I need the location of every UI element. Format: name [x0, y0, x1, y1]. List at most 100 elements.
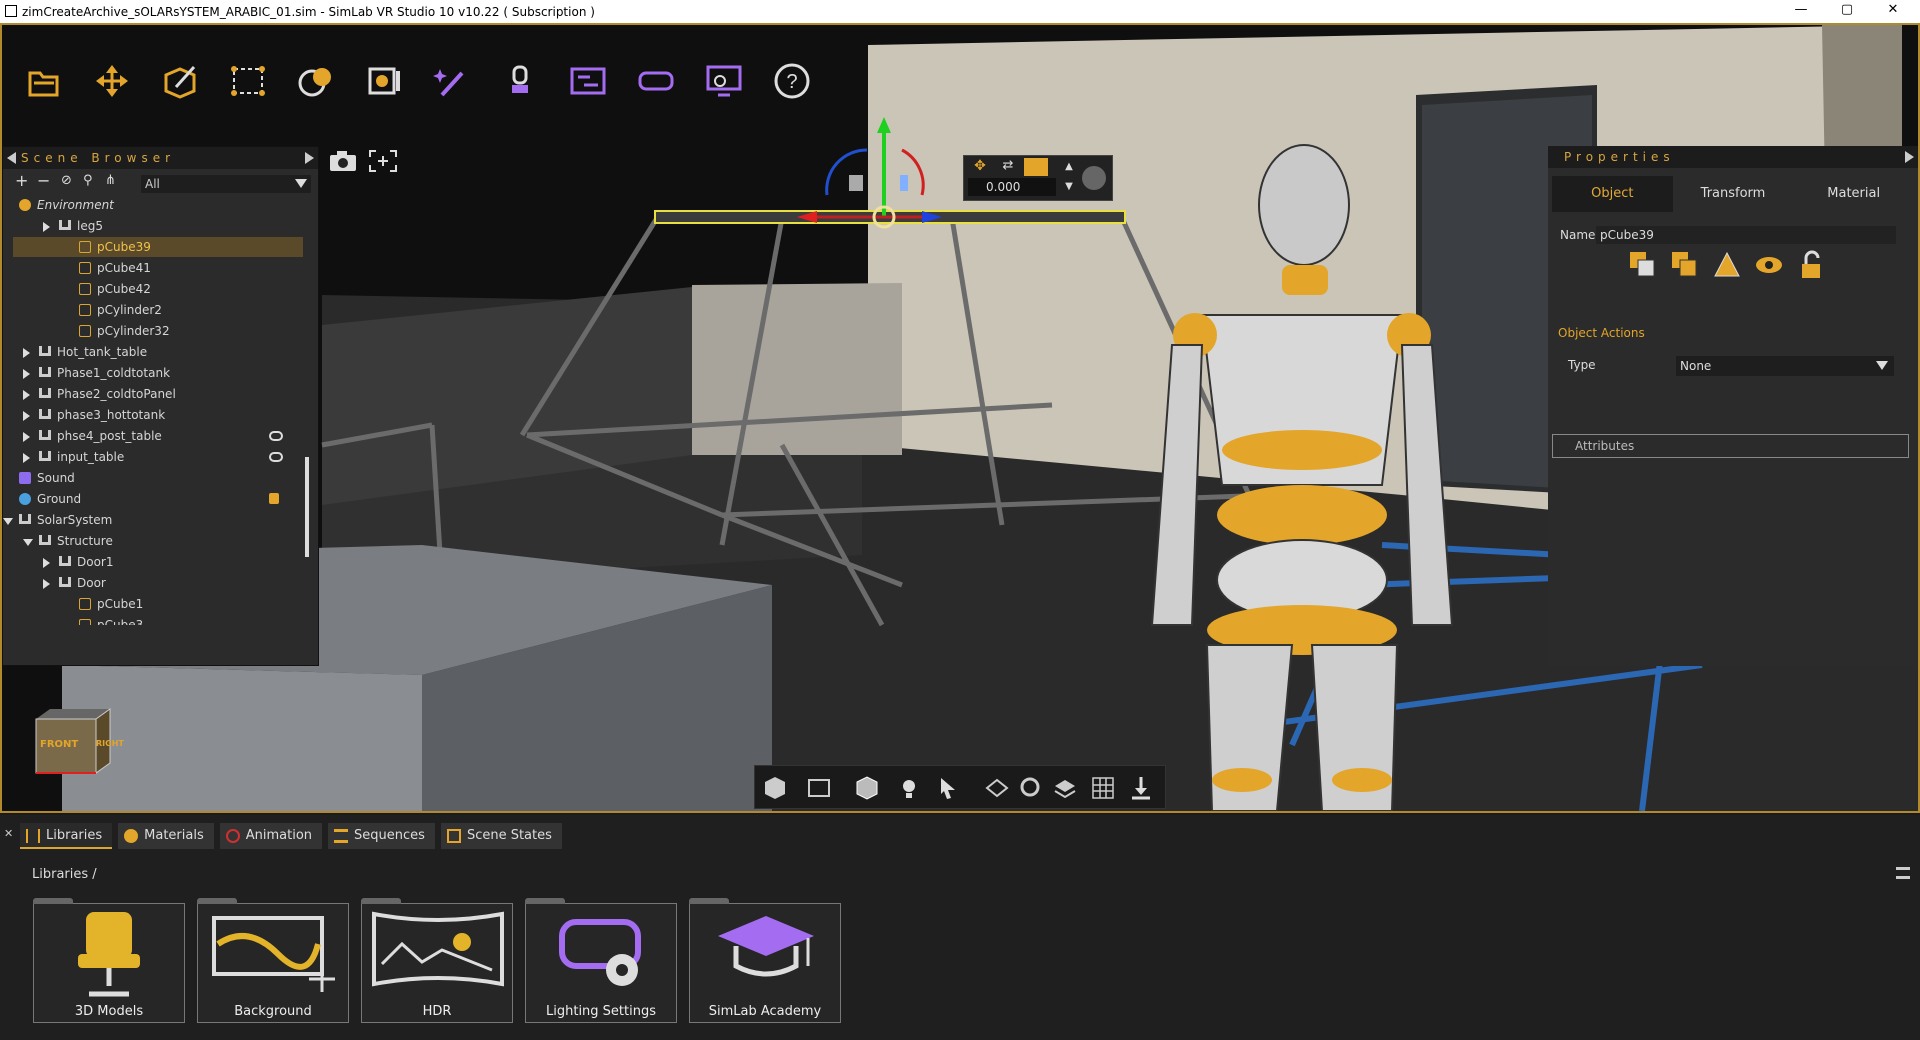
hierarchy-icon[interactable]: ⋔	[105, 173, 116, 189]
expand-arrow-icon[interactable]	[23, 432, 30, 442]
tree-item[interactable]: Door1	[13, 552, 303, 572]
unlock-icon[interactable]	[1796, 250, 1826, 280]
expand-arrow-icon[interactable]	[23, 369, 30, 379]
expand-arrow-icon[interactable]	[23, 348, 30, 358]
gizmo-down-arrow[interactable]: ▼	[1060, 178, 1078, 196]
name-field[interactable]: pCube39	[1596, 226, 1896, 244]
tree-item[interactable]: input_table	[13, 447, 303, 467]
zoom-icon[interactable]	[1017, 774, 1045, 802]
dock-right-icon[interactable]	[305, 152, 314, 164]
search-icon[interactable]: ⚲	[83, 173, 93, 189]
lock-icon[interactable]	[269, 493, 279, 504]
tab-libraries[interactable]: Libraries	[20, 823, 113, 849]
gizmo-target-icon[interactable]	[1082, 166, 1106, 190]
collapse-arrow-icon[interactable]	[3, 518, 13, 525]
close-button[interactable]: ✕	[1870, 0, 1916, 22]
tree-item[interactable]: pCylinder32	[13, 321, 303, 341]
vr-headset-icon[interactable]	[622, 55, 690, 107]
open-file-icon[interactable]	[10, 55, 78, 107]
presentation-icon[interactable]	[690, 55, 758, 107]
duplicate-icon[interactable]	[1628, 250, 1658, 280]
align-icon[interactable]	[1024, 158, 1048, 176]
grid-icon[interactable]	[1089, 774, 1117, 802]
light-bulb-icon[interactable]	[895, 774, 923, 802]
pointer-icon[interactable]	[935, 774, 963, 802]
tree-item[interactable]: phse4_post_table	[13, 426, 303, 446]
attributes-section[interactable]: Attributes	[1552, 434, 1909, 458]
tree-item[interactable]: pCube1	[13, 594, 303, 614]
library-tile-lighting-settings[interactable]: Lighting Settings	[525, 898, 677, 1023]
view-mode-icon[interactable]	[761, 774, 789, 802]
eye-icon[interactable]	[269, 452, 283, 462]
add-icon[interactable]: +	[15, 173, 28, 189]
expand-arrow-icon[interactable]	[23, 453, 30, 463]
tree-item[interactable]: Structure	[13, 531, 303, 551]
tab-sequences[interactable]: Sequences	[328, 823, 435, 849]
select-region-icon[interactable]	[214, 55, 282, 107]
list-view-icon[interactable]	[1896, 867, 1910, 879]
expand-arrow-icon[interactable]	[23, 390, 30, 400]
expand-arrow-icon[interactable]	[43, 558, 50, 568]
move-mode-icon[interactable]: ✥	[968, 158, 992, 176]
minimize-button[interactable]: —	[1778, 0, 1824, 22]
scene-filter-select[interactable]: All	[141, 175, 311, 193]
library-tile-hdr[interactable]: HDR	[361, 898, 513, 1023]
tree-item[interactable]: Environment	[13, 195, 303, 215]
layers-icon[interactable]	[1051, 774, 1079, 802]
scene-scrollbar[interactable]	[305, 457, 309, 557]
collapse-left-icon[interactable]	[7, 152, 16, 164]
tree-item[interactable]: Sound	[13, 468, 303, 488]
breadcrumb[interactable]: Libraries /	[32, 867, 97, 882]
tree-item[interactable]: pCube39	[13, 237, 303, 257]
tree-item[interactable]: Phase2_coldtoPanel	[13, 384, 303, 404]
tree-item[interactable]: pCube3	[13, 615, 303, 625]
vr-controller-icon[interactable]	[486, 55, 554, 107]
gizmo-up-arrow[interactable]: ▲	[1060, 158, 1078, 176]
maximize-button[interactable]: ▢	[1824, 0, 1870, 22]
expand-arrow-icon[interactable]	[43, 579, 50, 589]
instance-icon[interactable]	[1670, 250, 1700, 280]
tab-transform[interactable]: Transform	[1673, 176, 1794, 212]
render-icon[interactable]	[282, 55, 350, 107]
visibility-eye-icon[interactable]	[1754, 250, 1784, 280]
tree-item[interactable]: Door	[13, 573, 303, 593]
link-icon[interactable]: ⊘	[61, 173, 72, 189]
tab-object[interactable]: Object	[1552, 176, 1673, 212]
effects-wand-icon[interactable]	[418, 55, 486, 107]
type-select[interactable]: None	[1676, 356, 1894, 376]
bottom-panel-close-icon[interactable]: ✕	[4, 827, 13, 840]
edit-icon[interactable]	[146, 55, 214, 107]
snap-icon[interactable]: ⇄	[996, 158, 1020, 176]
dock-right-icon[interactable]	[1905, 151, 1914, 163]
tree-item[interactable]: Ground	[13, 489, 303, 509]
gizmo-value-field[interactable]: 0.000	[968, 178, 1056, 196]
eye-icon[interactable]	[269, 431, 283, 441]
library-tile-simlab-academy[interactable]: SimLab Academy	[689, 898, 841, 1023]
tab-scene-states[interactable]: Scene States	[440, 823, 562, 849]
collapse-arrow-icon[interactable]	[23, 539, 33, 546]
expand-arrow-icon[interactable]	[23, 411, 30, 421]
help-icon[interactable]: ?	[758, 55, 826, 107]
tree-item[interactable]: Phase1_coldtotank	[13, 363, 303, 383]
timeline-icon[interactable]	[554, 55, 622, 107]
camera-icon[interactable]	[328, 149, 358, 173]
tree-item[interactable]: Hot_tank_table	[13, 342, 303, 362]
tree-item[interactable]: SolarSystem	[3, 510, 303, 530]
viewport-icon[interactable]	[350, 55, 418, 107]
tab-materials[interactable]: Materials	[118, 823, 214, 849]
tab-animation[interactable]: Animation	[219, 823, 323, 849]
expand-arrow-icon[interactable]	[43, 222, 50, 232]
shape-icon[interactable]	[1712, 250, 1742, 280]
library-tile-3d-models[interactable]: 3D Models	[33, 898, 185, 1023]
move-icon[interactable]	[78, 55, 146, 107]
section-plane-icon[interactable]	[983, 774, 1011, 802]
fit-view-icon[interactable]	[368, 149, 398, 173]
tab-material[interactable]: Material	[1793, 176, 1914, 212]
frame-icon[interactable]	[805, 774, 833, 802]
tree-item[interactable]: pCube42	[13, 279, 303, 299]
library-tile-background[interactable]: Background	[197, 898, 349, 1023]
tree-item[interactable]: phase3_hottotank	[13, 405, 303, 425]
drop-to-floor-icon[interactable]	[1127, 774, 1155, 802]
remove-icon[interactable]: −	[37, 173, 50, 189]
tree-item[interactable]: pCube41	[13, 258, 303, 278]
